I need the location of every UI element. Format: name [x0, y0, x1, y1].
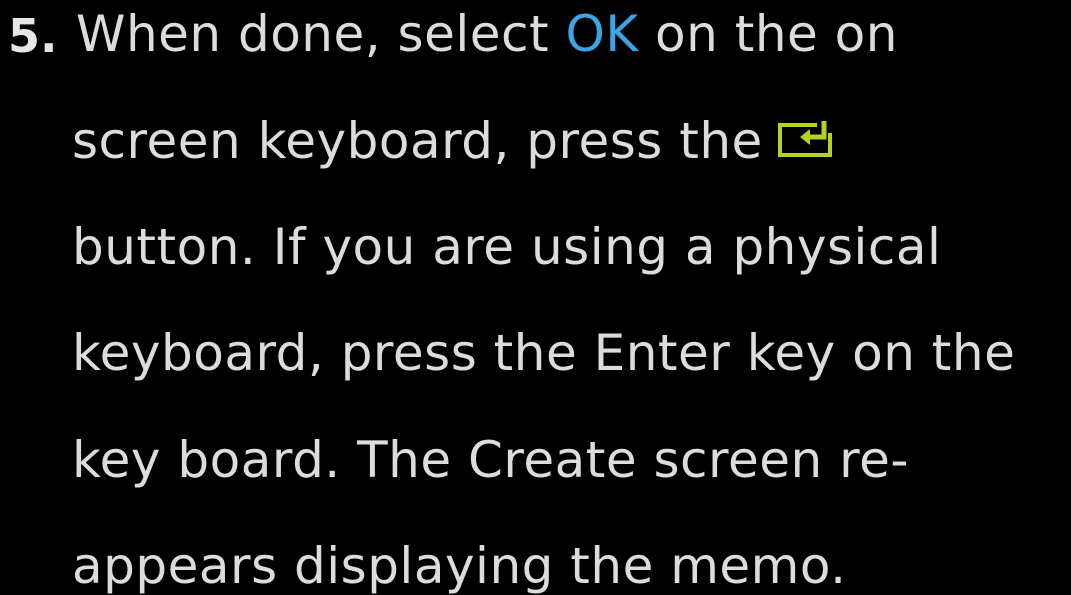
enter-key-icon	[777, 113, 835, 169]
instruction-step: 5. When done, select OK on the on screen…	[0, 0, 1071, 595]
step-number: 5.	[8, 9, 58, 63]
instruction-line-6: appears displaying the memo.	[72, 537, 847, 595]
line-1-text-before: When done, select	[76, 5, 566, 63]
instruction-line-4: keyboard, press the Enter key on the	[72, 324, 1016, 382]
instruction-line-5: key board. The Create screen re-	[72, 431, 909, 489]
line-2-text: screen keyboard, press the	[72, 112, 763, 170]
instruction-line-2: screen keyboard, press the	[72, 113, 835, 169]
ok-highlight: OK	[565, 5, 639, 63]
instruction-line-3: button. If you are using a physical	[72, 218, 942, 276]
instruction-line-1: When done, select OK on the on	[76, 6, 898, 62]
line-1-text-after: on the on	[638, 5, 898, 63]
